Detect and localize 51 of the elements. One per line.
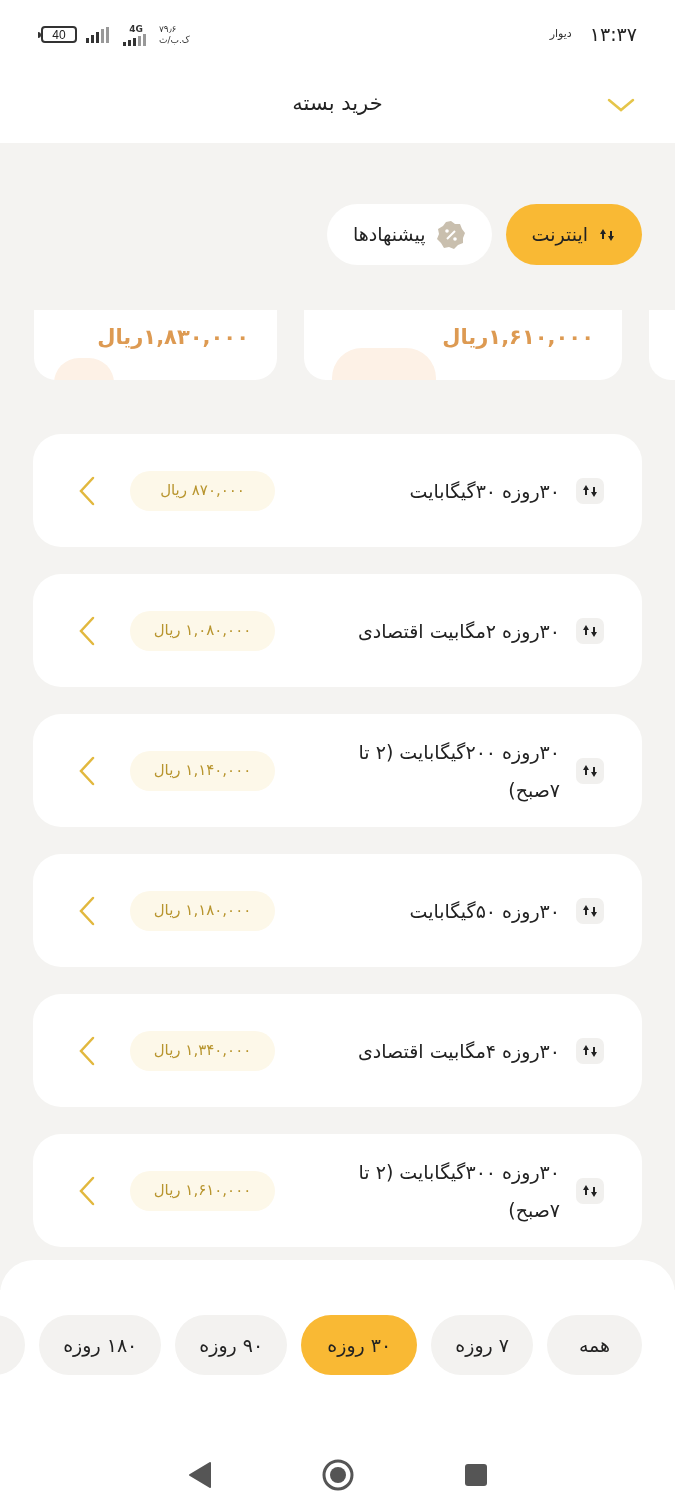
network-type: 4G <box>129 23 143 34</box>
home-icon[interactable] <box>321 1459 354 1491</box>
up-down-arrows-icon <box>576 897 604 924</box>
price-tag: ۸۷۰,۰۰۰ ریال <box>130 470 275 511</box>
net-speed-unit: ک.ب/ث <box>159 34 190 46</box>
app-label: دیوار <box>549 26 572 43</box>
plan-title: ۳۰روزه ۵۰گیگابایت <box>408 898 560 925</box>
package-price: ۱,۶۱۰,۰۰۰ریال <box>442 324 594 351</box>
up-down-arrows-icon <box>576 757 604 784</box>
chevron-left-icon[interactable] <box>78 475 96 506</box>
chevron-left-icon[interactable] <box>78 895 96 926</box>
net-speed: ۷۹٫۶ <box>159 23 177 35</box>
battery-indicator: 40 <box>41 26 77 43</box>
plan-title: ۳۰روزه ۴مگابیت اقتصادی <box>356 1038 560 1065</box>
plan-title: ۳۰روزه ۲۰۰گیگابایت (۲ تا ۷صبح) <box>357 739 560 804</box>
price-tag: ۱,۶۱۰,۰۰۰ ریال <box>130 1170 275 1211</box>
discount-badge-icon <box>435 219 466 250</box>
duration-chip[interactable]: ۷ روزه <box>431 1315 533 1375</box>
plan-card[interactable]: ۳۰روزه ۳۰گیگابایت ۸۷۰,۰۰۰ ریال <box>33 434 642 547</box>
duration-chip[interactable]: ۱۸۰ روزه <box>39 1315 162 1375</box>
plan-card[interactable]: ۳۰روزه ۳۰۰گیگابایت (۲ تا ۷صبح) ۱,۶۱۰,۰۰۰ ریال <box>33 1134 642 1247</box>
up-down-arrows-icon <box>576 1037 604 1064</box>
plan-card[interactable]: ۳۰روزه ۵۰گیگابایت ۱,۱۸۰,۰۰۰ ریال <box>33 854 642 967</box>
price-tag: ۱,۱۸۰,۰۰۰ ریال <box>130 890 275 931</box>
chevron-left-icon[interactable] <box>78 1175 96 1206</box>
category-tab[interactable]: پیشنهادها <box>327 204 492 265</box>
duration-chip[interactable]: ۳۰ روزه <box>301 1315 418 1375</box>
price-tag: ۱,۳۴۰,۰۰۰ ریال <box>130 1030 275 1071</box>
chevron-left-icon[interactable] <box>78 755 96 786</box>
plan-card[interactable]: ۳۰روزه ۲۰۰گیگابایت (۲ تا ۷صبح) ۱,۱۴۰,۰۰۰ ریال <box>33 714 642 827</box>
duration-chip[interactable]: ۹۰ روزه <box>175 1315 288 1375</box>
plan-card[interactable]: ۳۰روزه ۲مگابیت اقتصادی ۱,۰۸۰,۰۰۰ ریال <box>33 574 642 687</box>
plan-card[interactable]: ۳۰روزه ۴مگابیت اقتصادی ۱,۳۴۰,۰۰۰ ریال <box>33 994 642 1107</box>
back-icon[interactable] <box>187 1461 212 1489</box>
page-title: خرید بسته <box>292 90 383 118</box>
plan-title: ۳۰روزه ۳۰۰گیگابایت (۲ تا ۷صبح) <box>357 1159 560 1224</box>
category-tab[interactable]: اینترنت <box>505 204 642 265</box>
chevron-down-icon[interactable] <box>607 97 635 113</box>
plan-title: ۳۰روزه ۲مگابیت اقتصادی <box>356 618 560 645</box>
up-down-arrows-icon <box>576 477 604 504</box>
recents-icon[interactable] <box>463 1463 488 1487</box>
plan-title: ۳۰روزه ۳۰گیگابایت <box>408 478 560 505</box>
up-down-arrows-icon <box>576 1177 604 1204</box>
chevron-left-icon[interactable] <box>78 1035 96 1066</box>
chevron-left-icon[interactable] <box>78 615 96 646</box>
up-down-arrows-icon <box>576 617 604 644</box>
package-price: ۱,۸۳۰,۰۰۰ریال <box>97 324 249 351</box>
duration-chip[interactable]: همه <box>547 1315 642 1375</box>
price-tag: ۱,۱۴۰,۰۰۰ ریال <box>130 750 275 791</box>
clock: ۱۳:۳۷ <box>589 22 637 48</box>
price-tag: ۱,۰۸۰,۰۰۰ ریال <box>130 610 275 651</box>
